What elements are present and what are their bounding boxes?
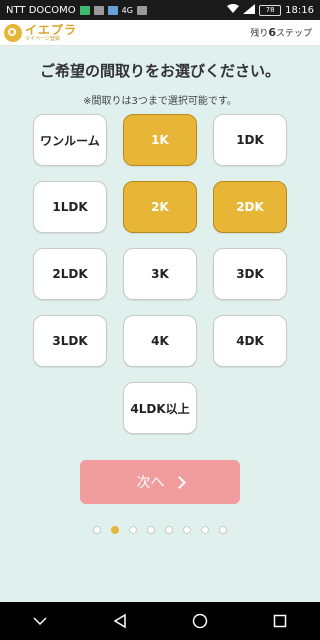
download-icon: [136, 5, 147, 15]
floorplan-option[interactable]: 2K: [123, 181, 197, 233]
floorplan-option[interactable]: 3DK: [213, 248, 287, 300]
remaining-steps: 残り6ステップ: [250, 26, 312, 39]
logo[interactable]: イエプラ マイページ登録: [4, 22, 77, 42]
wifi-icon: [227, 3, 240, 17]
signal-icon: [243, 3, 256, 17]
home-icon[interactable]: [190, 611, 210, 631]
logo-title: イエプラ: [25, 22, 77, 37]
recents-icon[interactable]: [270, 611, 290, 631]
page-dot: [165, 526, 173, 534]
battery-icon: 78: [259, 4, 282, 16]
page-indicator: [0, 526, 320, 534]
page-dot: [129, 526, 137, 534]
app-notification-icon: [79, 5, 90, 15]
page-dot: [219, 526, 227, 534]
carrier-label: NTT DOCOMO: [6, 4, 76, 16]
chevron-down-icon[interactable]: [30, 611, 50, 631]
floorplan-option[interactable]: 4DK: [213, 315, 287, 367]
clock: 18:16: [285, 4, 314, 16]
page-dot: [147, 526, 155, 534]
floorplan-option[interactable]: 1K: [123, 114, 197, 166]
floorplan-option[interactable]: 3LDK: [33, 315, 107, 367]
next-button[interactable]: 次へ: [80, 460, 240, 504]
app-header: イエプラ マイページ登録 残り6ステップ: [0, 20, 320, 46]
page-dot: [93, 526, 101, 534]
floorplan-option[interactable]: 1DK: [213, 114, 287, 166]
system-nav-bar: [0, 602, 320, 640]
network-label: 4G: [121, 5, 133, 15]
notification-icon: [93, 5, 104, 15]
floorplan-option[interactable]: 4K: [123, 315, 197, 367]
status-bar: NTT DOCOMO 4G 78 18:16: [0, 0, 320, 20]
back-icon[interactable]: [110, 611, 130, 631]
image-notification-icon: [107, 5, 118, 15]
floorplan-option[interactable]: 4LDK以上: [123, 382, 197, 434]
next-button-label: 次へ: [136, 475, 165, 491]
page-title: ご希望の間取りをお選びください。: [39, 62, 280, 80]
page-dot: [111, 526, 119, 534]
remaining-steps-count: 6: [268, 26, 276, 39]
selection-note: ※間取りは3つまで選択可能です。: [83, 96, 237, 107]
floorplan-option[interactable]: 3K: [123, 248, 197, 300]
floorplan-option[interactable]: 2DK: [213, 181, 287, 233]
floorplan-option[interactable]: 2LDK: [33, 248, 107, 300]
chevron-right-icon: [172, 475, 186, 489]
floorplan-option[interactable]: 1LDK: [33, 181, 107, 233]
logo-subtitle: マイページ登録: [25, 35, 60, 42]
page-dot: [183, 526, 191, 534]
logo-icon: [4, 23, 22, 42]
floorplan-option[interactable]: ワンルーム: [33, 114, 107, 166]
page-dot: [201, 526, 209, 534]
